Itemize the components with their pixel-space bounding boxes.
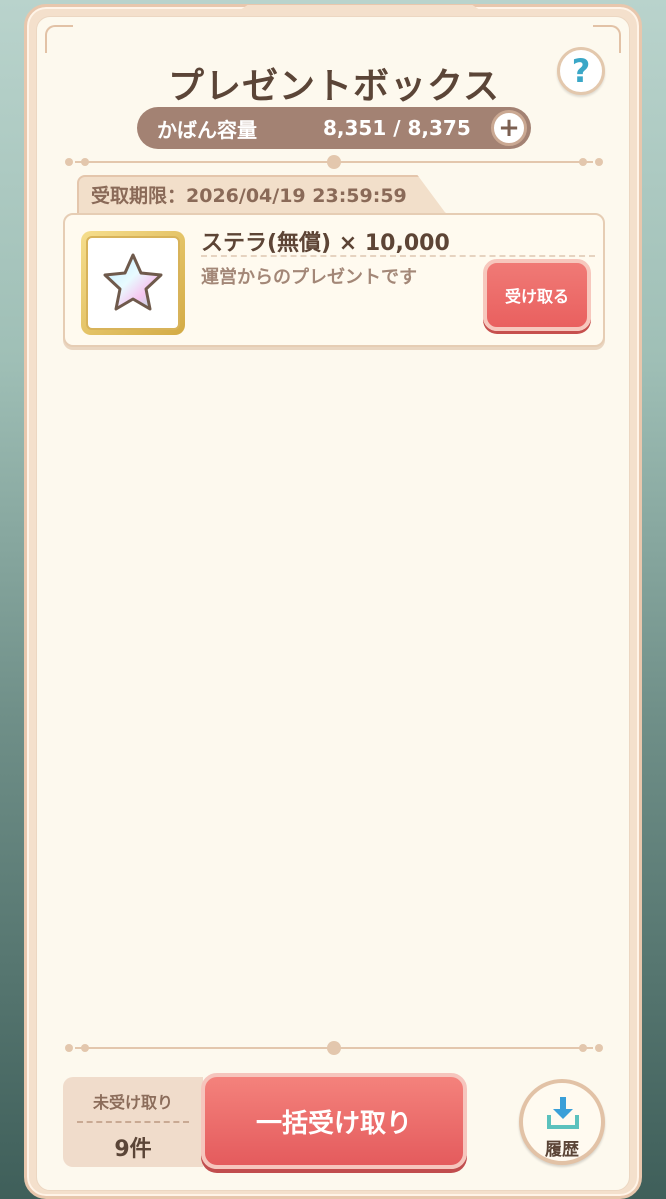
capacity-label: かばん容量 bbox=[157, 117, 257, 142]
help-button[interactable]: ? bbox=[557, 47, 605, 95]
present-box-panel: プレゼントボックス ? かばん容量 8,351 / 8,375 + 受取期限：2… bbox=[36, 16, 630, 1191]
unreceived-count: 9件 bbox=[114, 1137, 152, 1162]
bulk-receive-button[interactable]: 一括受け取り bbox=[201, 1073, 467, 1169]
unreceived-counter: 未受け取り 9件 bbox=[63, 1077, 203, 1167]
plus-icon: + bbox=[498, 113, 520, 143]
capacity-value: 8,351 / 8,375 bbox=[323, 116, 471, 140]
corner-ornament bbox=[45, 25, 73, 53]
receive-button[interactable]: 受け取る bbox=[483, 259, 591, 331]
question-icon: ? bbox=[571, 52, 591, 90]
history-label: 履歴 bbox=[545, 1140, 579, 1160]
history-button[interactable]: 履歴 bbox=[519, 1079, 605, 1165]
corner-ornament bbox=[593, 25, 621, 53]
download-icon bbox=[547, 1097, 579, 1129]
expand-capacity-button[interactable]: + bbox=[491, 110, 527, 146]
divider bbox=[65, 1041, 603, 1055]
item-name: ステラ(無償) × 10,000 bbox=[201, 231, 450, 256]
item-icon-frame bbox=[81, 231, 185, 335]
present-item: ステラ(無償) × 10,000 運営からのプレゼントです 受け取る bbox=[63, 213, 605, 347]
bag-capacity-bar: かばん容量 8,351 / 8,375 + bbox=[137, 107, 531, 149]
item-underline bbox=[201, 255, 595, 257]
item-description: 運営からのプレゼントです bbox=[201, 267, 417, 288]
deadline-tab: 受取期限：2026/04/19 23:59:59 bbox=[77, 175, 447, 215]
divider bbox=[65, 155, 603, 169]
star-icon bbox=[103, 253, 163, 311]
page-title: プレゼントボックス bbox=[168, 66, 500, 107]
unreceived-label: 未受け取り bbox=[92, 1093, 173, 1112]
